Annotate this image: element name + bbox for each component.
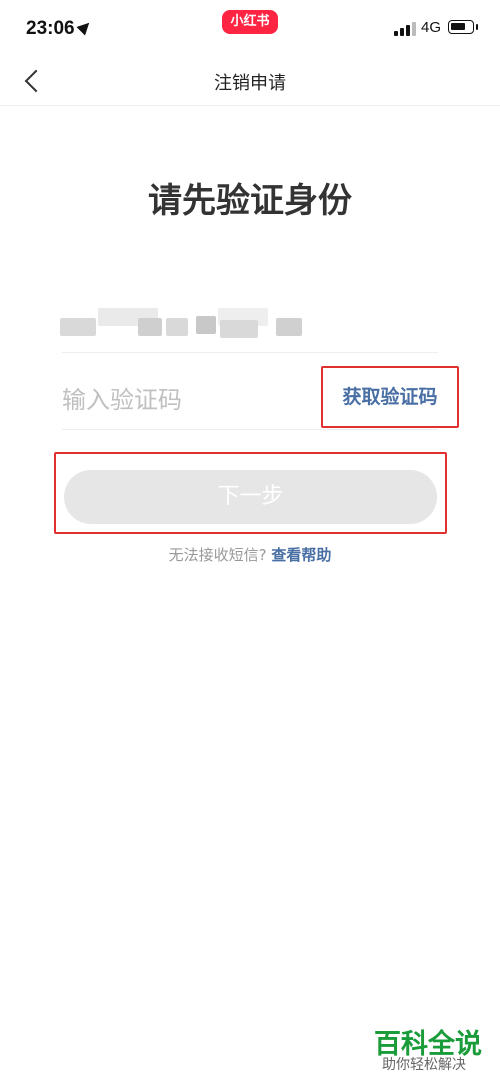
battery-cap	[476, 24, 478, 30]
help-link[interactable]: 查看帮助	[271, 546, 331, 564]
status-bar: 23:06 小红书 4G	[0, 0, 500, 56]
battery-icon	[448, 20, 474, 34]
status-time: 23:06	[26, 18, 94, 40]
verification-code-input[interactable]	[62, 375, 302, 425]
next-step-button[interactable]: 下一步	[64, 470, 437, 524]
phone-number-blurred	[58, 300, 303, 340]
phone-divider	[62, 352, 438, 353]
app-badge: 小红书	[222, 10, 278, 34]
get-code-button[interactable]: 获取验证码	[321, 366, 459, 428]
page-title: 注销申请	[214, 73, 286, 94]
help-prefix: 无法接收短信?	[168, 546, 267, 564]
nav-bar: 注销申请	[0, 56, 500, 106]
location-arrow-icon	[76, 18, 94, 36]
status-time-text: 23:06	[26, 18, 75, 39]
code-divider	[62, 429, 438, 430]
network-type: 4G	[421, 19, 442, 36]
back-chevron-icon[interactable]	[18, 66, 48, 96]
watermark-subtitle: 助你轻松解决	[382, 1057, 466, 1073]
verify-heading: 请先验证身份	[148, 181, 352, 221]
signal-icon	[394, 22, 416, 36]
help-line: 无法接收短信? 查看帮助	[0, 544, 500, 565]
